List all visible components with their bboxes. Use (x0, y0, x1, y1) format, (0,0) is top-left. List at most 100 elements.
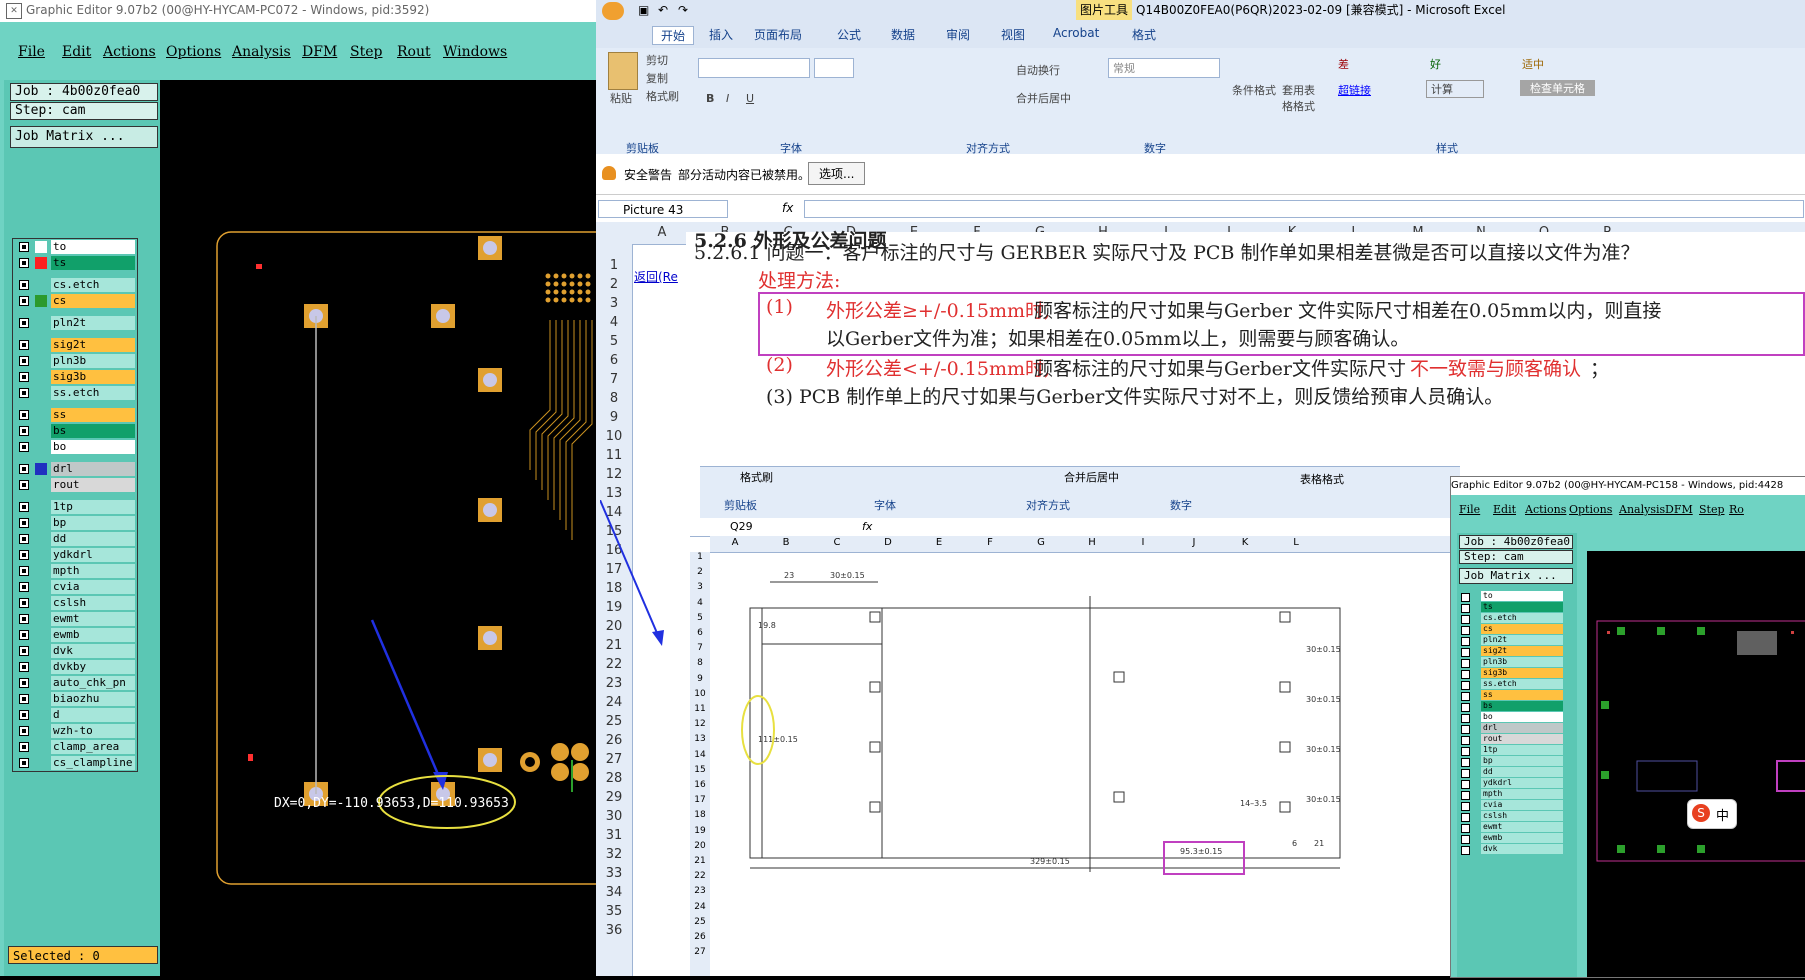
layer-row-2[interactable]: ts (1459, 602, 1563, 613)
row-header[interactable]: 34 (596, 885, 632, 900)
menu-analysis[interactable]: Analysis (232, 44, 291, 60)
layer-name-2[interactable]: pln3b (1481, 657, 1563, 667)
row-header[interactable]: 2 (596, 277, 632, 292)
layer-row-2[interactable]: sig2t (1459, 646, 1563, 657)
layer-row[interactable]: auto_chk_pn (13, 675, 137, 691)
font-name-select[interactable] (698, 58, 810, 78)
layer-name-2[interactable]: drl (1481, 723, 1563, 733)
layer-name-2[interactable]: ss (1481, 690, 1563, 700)
layer-row[interactable]: cslsh (13, 595, 137, 611)
layer-checkbox[interactable] (19, 646, 29, 656)
security-options-button[interactable]: 选项... (808, 162, 866, 185)
layer-row[interactable]: cs.etch (13, 277, 137, 293)
layer-name-2[interactable]: bp (1481, 756, 1563, 766)
layer-row-2[interactable]: cs (1459, 624, 1563, 635)
row-header[interactable]: 12 (596, 467, 632, 482)
layer-name-2[interactable]: to (1481, 591, 1563, 601)
layer-checkbox-2[interactable] (1461, 648, 1470, 657)
row-header[interactable]: 36 (596, 923, 632, 938)
layer-checkbox-2[interactable] (1461, 670, 1470, 679)
layer-row-2[interactable]: dd (1459, 767, 1563, 778)
layer-checkbox[interactable] (19, 442, 29, 452)
layer-row-2[interactable]: ydkdrl (1459, 778, 1563, 789)
menu-rout[interactable]: Rout (397, 44, 431, 60)
menu-item-2[interactable]: Actions (1525, 503, 1566, 516)
job-matrix-button[interactable]: Job Matrix ... (10, 126, 158, 148)
row-header[interactable]: 6 (596, 353, 632, 368)
layer-name-2[interactable]: dvk (1481, 844, 1563, 854)
layer-name-2[interactable]: cs (1481, 624, 1563, 634)
style-good[interactable]: 好 (1430, 56, 1441, 72)
layer-row-2[interactable]: cvia (1459, 800, 1563, 811)
layer-row[interactable]: bp (13, 515, 137, 531)
menu-actions[interactable]: Actions (103, 44, 156, 60)
layer-row-2[interactable]: sig3b (1459, 668, 1563, 679)
layer-name[interactable]: cslsh (51, 596, 135, 610)
menu-options[interactable]: Options (166, 44, 221, 60)
name-box[interactable]: Picture 43 (598, 200, 728, 218)
layer-name[interactable]: sig2t (51, 338, 135, 352)
layer-row-2[interactable]: ss (1459, 690, 1563, 701)
layer-checkbox[interactable] (19, 710, 29, 720)
layer-row-2[interactable]: pln3b (1459, 657, 1563, 668)
layer-name[interactable]: cs.etch (51, 278, 135, 292)
layer-checkbox[interactable] (19, 582, 29, 592)
layer-name[interactable]: drl (51, 462, 135, 476)
layer-checkbox-2[interactable] (1461, 791, 1470, 800)
layer-row[interactable]: cs_clampline (13, 755, 137, 771)
layer-checkbox-2[interactable] (1461, 593, 1470, 602)
layer-checkbox[interactable] (19, 518, 29, 528)
layer-name-2[interactable]: mpth (1481, 789, 1563, 799)
layer-name-2[interactable]: bs (1481, 701, 1563, 711)
italic-button[interactable]: I (726, 92, 729, 105)
layer-checkbox-2[interactable] (1461, 637, 1470, 646)
ime-indicator[interactable]: S 中 (1687, 799, 1737, 829)
layer-row[interactable]: clamp_area (13, 739, 137, 755)
layer-name[interactable]: cs (51, 294, 135, 308)
bold-button[interactable]: B (706, 92, 714, 105)
layer-checkbox[interactable] (19, 388, 29, 398)
layer-checkbox-2[interactable] (1461, 780, 1470, 789)
layer-checkbox[interactable] (19, 242, 29, 252)
layer-row-2[interactable]: dvk (1459, 844, 1563, 855)
layer-checkbox-2[interactable] (1461, 615, 1470, 624)
layer-name[interactable]: ydkdrl (51, 548, 135, 562)
format-painter-button[interactable]: 格式刷 (646, 88, 679, 104)
layer-name-2[interactable]: dd (1481, 767, 1563, 777)
undo-icon[interactable]: ↶ (658, 0, 668, 20)
layer-checkbox-2[interactable] (1461, 846, 1470, 855)
layer-checkbox[interactable] (19, 726, 29, 736)
paste-icon[interactable] (608, 52, 638, 90)
row-header[interactable]: 35 (596, 904, 632, 919)
layer-row[interactable]: bo (13, 439, 137, 455)
layer-row[interactable]: pln2t (13, 315, 137, 331)
layer-checkbox[interactable] (19, 614, 29, 624)
layer-name-2[interactable]: sig3b (1481, 668, 1563, 678)
layer-checkbox-2[interactable] (1461, 758, 1470, 767)
layer-checkbox-2[interactable] (1461, 835, 1470, 844)
layer-name[interactable]: 1tp (51, 500, 135, 514)
layer-checkbox[interactable] (19, 742, 29, 752)
layer-row-2[interactable]: cs.etch (1459, 613, 1563, 624)
layer-checkbox[interactable] (19, 296, 29, 306)
formula-input[interactable] (804, 200, 1804, 218)
layer-checkbox-2[interactable] (1461, 769, 1470, 778)
row-header[interactable]: 5 (596, 334, 632, 349)
layer-row-2[interactable]: bo (1459, 712, 1563, 723)
layer-name[interactable]: pln2t (51, 316, 135, 330)
layer-name-2[interactable]: bo (1481, 712, 1563, 722)
layer-row[interactable]: ss (13, 407, 137, 423)
row-header[interactable]: 7 (596, 372, 632, 387)
layer-row-2[interactable]: rout (1459, 734, 1563, 745)
layer-checkbox[interactable] (19, 566, 29, 576)
layer-checkbox-2[interactable] (1461, 813, 1470, 822)
tab-home[interactable]: 开始 (652, 26, 695, 45)
layer-name[interactable]: ewmb (51, 628, 135, 642)
row-header[interactable]: 10 (596, 429, 632, 444)
menu-dfm[interactable]: DFM (302, 44, 337, 60)
layer-name[interactable]: pln3b (51, 354, 135, 368)
layer-name-2[interactable]: cvia (1481, 800, 1563, 810)
tab-insert[interactable]: 插入 (709, 26, 733, 43)
layer-name[interactable]: ts (51, 256, 135, 270)
layer-name-2[interactable]: ewmb (1481, 833, 1563, 843)
